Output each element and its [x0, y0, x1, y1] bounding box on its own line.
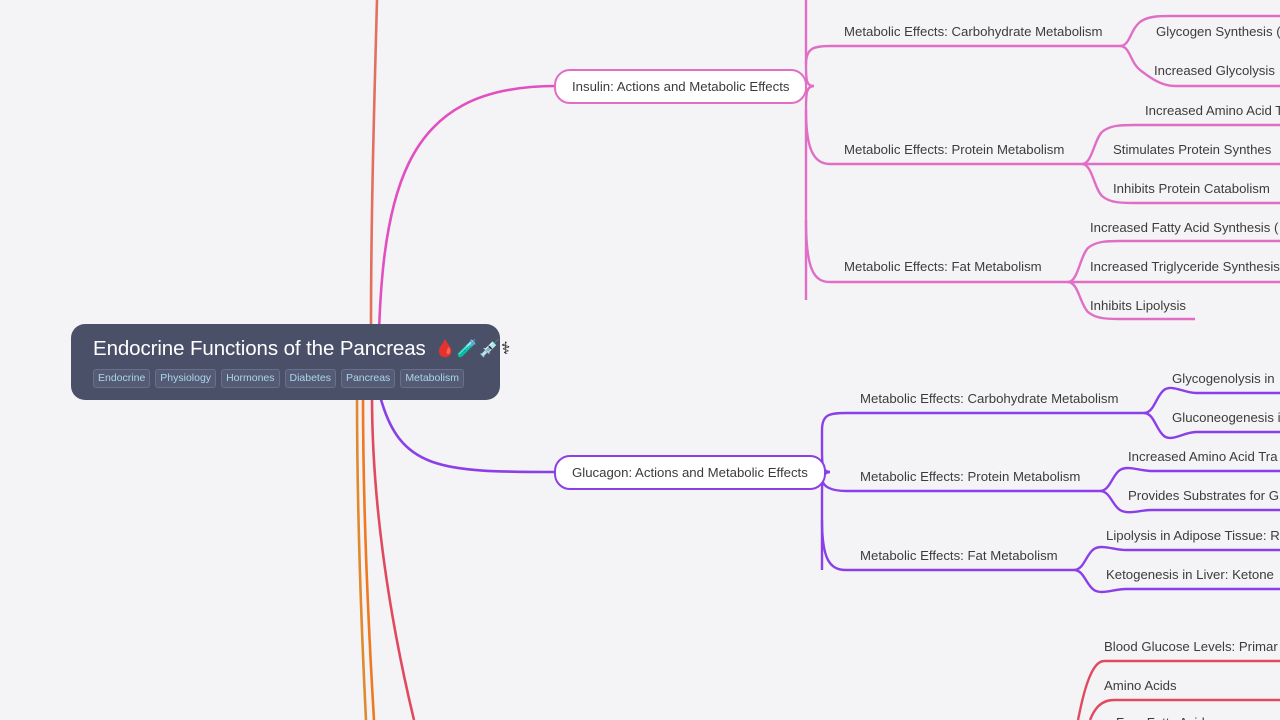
insulin-fat-leaf-fatty-acid-synthesis[interactable]: Increased Fatty Acid Synthesis (	[1090, 219, 1278, 236]
tag-hormones[interactable]: Hormones	[221, 369, 280, 388]
tag-physiology[interactable]: Physiology	[155, 369, 217, 388]
edge-glucagon-spine-down	[820, 470, 831, 570]
edge-insulin-carb	[804, 44, 1120, 65]
glucagon-fat-leaf-ketogenesis-liver[interactable]: Ketogenesis in Liver: Ketone	[1106, 566, 1274, 583]
regulation-leaf-amino-acids[interactable]: Amino Acids	[1104, 677, 1177, 694]
root-title-row: Endocrine Functions of the Pancreas 🩸🧪💉⚕	[93, 336, 510, 362]
tag-diabetes[interactable]: Diabetes	[284, 369, 336, 388]
root-tag-list: Endocrine Physiology Hormones Diabetes P…	[93, 369, 478, 388]
glucagon-carb-leaf-glycogenolysis[interactable]: Glycogenolysis in	[1172, 370, 1275, 387]
root-title: Endocrine Functions of the Pancreas	[93, 337, 426, 360]
insulin-carbohydrate-metabolism[interactable]: Metabolic Effects: Carbohydrate Metaboli…	[844, 23, 1103, 40]
tag-metabolism[interactable]: Metabolism	[400, 369, 464, 388]
edge-offscreen-bottom-red	[370, 395, 416, 720]
insulin-protein-leaf-stimulates-protein-synthesis[interactable]: Stimulates Protein Synthes	[1113, 141, 1271, 158]
insulin-protein-metabolism[interactable]: Metabolic Effects: Protein Metabolism	[844, 141, 1064, 158]
root-node[interactable]: Endocrine Functions of the Pancreas 🩸🧪💉⚕…	[71, 324, 510, 400]
mindmap-canvas[interactable]: Endocrine Functions of the Pancreas 🩸🧪💉⚕…	[0, 0, 1280, 720]
edge-root-to-glucagon	[378, 395, 557, 474]
glucagon-protein-leaf-provides-substrates[interactable]: Provides Substrates for G	[1128, 487, 1279, 504]
glucagon-protein-leaf-amino-acid-transport[interactable]: Increased Amino Acid Tra	[1128, 448, 1278, 465]
edge-insulin-spine-up	[804, 0, 815, 88]
tag-pancreas[interactable]: Pancreas	[340, 369, 396, 388]
insulin-fat-leaf-triglyceride-synthesis[interactable]: Increased Triglyceride Synthesis	[1090, 258, 1280, 275]
glucagon-fat-leaf-lipolysis-adipose[interactable]: Lipolysis in Adipose Tissue: R	[1106, 527, 1280, 544]
branch-node-insulin[interactable]: Insulin: Actions and Metabolic Effects	[554, 69, 808, 104]
insulin-carb-leaf-increased-glycolysis[interactable]: Increased Glycolysis	[1154, 62, 1275, 79]
glucagon-fat-metabolism[interactable]: Metabolic Effects: Fat Metabolism	[860, 547, 1058, 564]
regulation-leaf-free-fatty-acids[interactable]: Free Fatty Acids	[1116, 714, 1211, 720]
glucagon-protein-metabolism[interactable]: Metabolic Effects: Protein Metabolism	[860, 468, 1080, 485]
root-emoji-icons: 🩸🧪💉⚕	[434, 339, 512, 358]
edge-offscreen-top	[369, 0, 379, 325]
glucagon-carb-leaf-gluconeogenesis[interactable]: Gluconeogenesis i	[1172, 409, 1280, 426]
edge-offscreen-bottom-orange-2	[361, 395, 376, 720]
insulin-protein-leaf-inhibits-protein-catabolism[interactable]: Inhibits Protein Catabolism	[1113, 180, 1270, 197]
insulin-fat-metabolism[interactable]: Metabolic Effects: Fat Metabolism	[844, 258, 1042, 275]
tag-endocrine[interactable]: Endocrine	[93, 369, 151, 388]
insulin-fat-leaf-inhibits-lipolysis[interactable]: Inhibits Lipolysis	[1090, 297, 1186, 314]
edge-insulin-spine-down	[804, 84, 815, 300]
regulation-blood-glucose-levels[interactable]: Blood Glucose Levels: Primar	[1104, 638, 1278, 655]
edge-glucagon-carb	[820, 411, 1144, 431]
insulin-protein-leaf-amino-acid-transport[interactable]: Increased Amino Acid Trans	[1145, 102, 1280, 119]
branch-node-glucagon[interactable]: Glucagon: Actions and Metabolic Effects	[554, 455, 826, 490]
glucagon-carbohydrate-metabolism[interactable]: Metabolic Effects: Carbohydrate Metaboli…	[860, 390, 1119, 407]
insulin-carb-leaf-glycogen-synthesis[interactable]: Glycogen Synthesis (	[1156, 23, 1280, 40]
edge-offscreen-bottom-orange-1	[355, 395, 368, 720]
